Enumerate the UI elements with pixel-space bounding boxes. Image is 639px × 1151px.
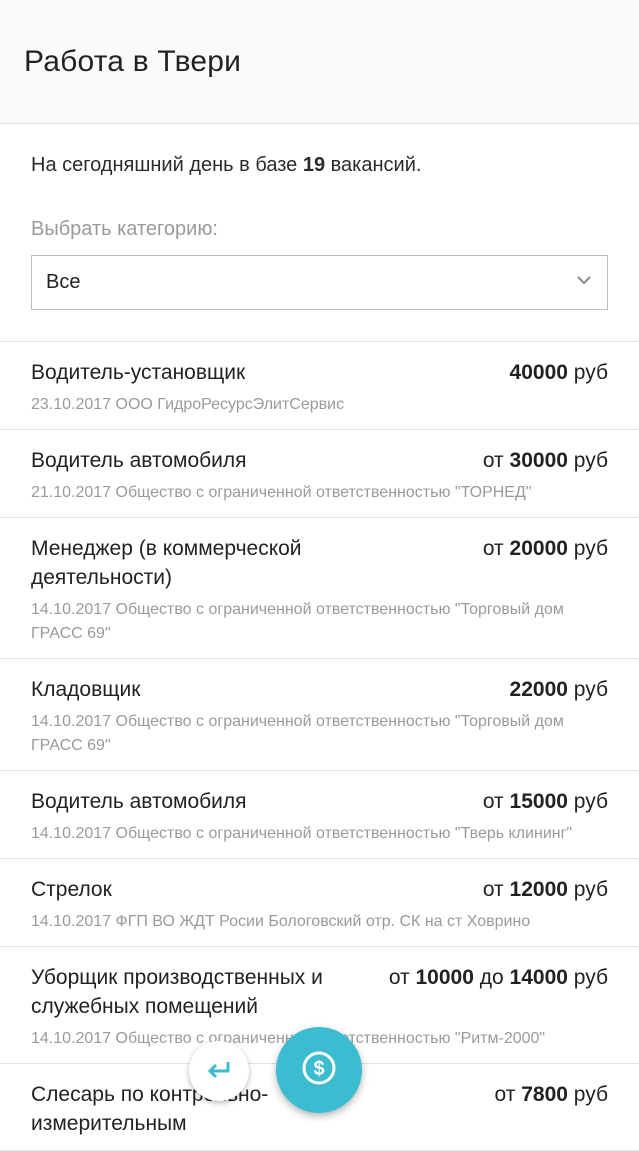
job-salary: от 12000 руб bbox=[482, 878, 608, 901]
job-item[interactable]: Водитель автомобиля от 30000 руб 21.10.2… bbox=[0, 430, 639, 518]
job-title: Кладовщик bbox=[31, 678, 141, 701]
job-salary: от 7800 руб bbox=[494, 1083, 608, 1106]
job-item[interactable]: Кладовщик 22000 руб 14.10.2017 Общество … bbox=[0, 659, 639, 771]
job-salary: от 10000 до 14000 руб bbox=[388, 966, 608, 989]
job-item[interactable]: Менеджер (в коммерческой деятельности) о… bbox=[0, 518, 639, 659]
category-selected-value: Все bbox=[46, 271, 81, 293]
job-meta: 23.10.2017 ООО ГидроРесурсЭлитСервис bbox=[31, 396, 345, 413]
intro-suffix: вакансий. bbox=[330, 154, 422, 176]
job-title: Водитель автомобиля bbox=[31, 449, 247, 472]
job-salary: от 20000 руб bbox=[482, 537, 608, 560]
back-button[interactable] bbox=[189, 1041, 249, 1101]
job-salary: от 15000 руб bbox=[482, 790, 608, 813]
vacancy-count-text: На сегодняшний день в базе 19 вакансий. bbox=[0, 124, 639, 180]
job-salary: 40000 руб bbox=[509, 361, 608, 384]
job-salary: от 30000 руб bbox=[482, 449, 608, 472]
intro-prefix: На сегодняшний день в базе bbox=[31, 154, 298, 176]
svg-text:$: $ bbox=[313, 1058, 324, 1080]
category-label: Выбрать категорию: bbox=[31, 218, 218, 240]
job-meta: 21.10.2017 Общество с ограниченной ответ… bbox=[31, 484, 532, 501]
job-title: Менеджер (в коммерческой деятельности) bbox=[31, 537, 302, 589]
chevron-down-icon bbox=[575, 271, 593, 295]
job-item[interactable]: Стрелок от 12000 руб 14.10.2017 ФГП ВО Ж… bbox=[0, 859, 639, 947]
job-title: Стрелок bbox=[31, 878, 112, 901]
job-title: Уборщик производственных и служебных пом… bbox=[31, 966, 323, 1018]
job-meta: 14.10.2017 ФГП ВО ЖДТ Росии Бологовский … bbox=[31, 913, 531, 930]
vacancy-count: 19 bbox=[302, 154, 326, 176]
job-item[interactable]: Водитель автомобиля от 15000 руб 14.10.2… bbox=[0, 771, 639, 859]
job-title: Водитель автомобиля bbox=[31, 790, 247, 813]
dollar-icon: $ bbox=[301, 1050, 337, 1091]
job-meta: 14.10.2017 Общество с ограниченной ответ… bbox=[31, 825, 573, 842]
salary-filter-button[interactable]: $ bbox=[276, 1027, 362, 1113]
job-meta: 14.10.2017 Общество с ограниченной ответ… bbox=[31, 713, 564, 754]
reply-arrow-icon bbox=[206, 1058, 232, 1085]
page-title: Работа в Твери bbox=[24, 44, 242, 78]
category-select[interactable]: Все bbox=[31, 255, 608, 310]
job-title: Водитель-установщик bbox=[31, 361, 246, 384]
job-meta: 14.10.2017 Общество с ограниченной ответ… bbox=[31, 601, 564, 642]
job-item[interactable]: Водитель-установщик 40000 руб 23.10.2017… bbox=[0, 342, 639, 430]
job-salary: 22000 руб bbox=[509, 678, 608, 701]
app-header: Работа в Твери bbox=[0, 0, 639, 124]
